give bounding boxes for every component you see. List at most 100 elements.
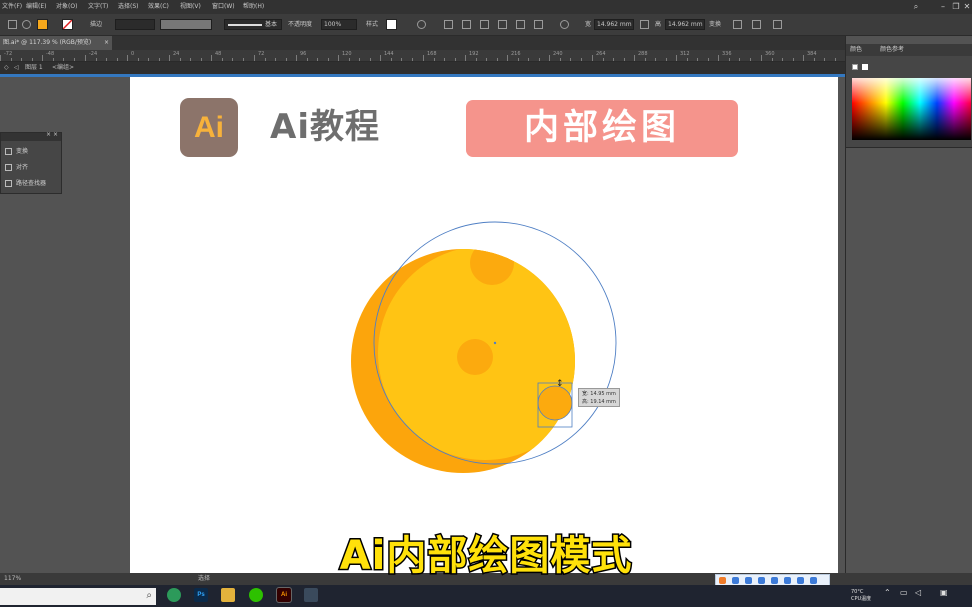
ruler-tick <box>401 58 402 61</box>
ruler-tick <box>708 58 709 61</box>
ruler-tick <box>53 58 54 61</box>
menu-view[interactable]: 视图(V) <box>180 0 201 14</box>
reference-point-icon[interactable] <box>560 20 569 29</box>
ruler-label: 216 <box>511 51 521 57</box>
ruler-tick <box>328 58 329 61</box>
crater-middle[interactable] <box>457 339 493 375</box>
align-right-icon[interactable] <box>480 20 489 29</box>
ruler-label: 384 <box>807 51 817 57</box>
wechat-icon[interactable] <box>249 588 263 602</box>
measure-tooltip: 宽: 14.95 mm 高: 19.14 mm <box>578 388 620 407</box>
brush-definition-field[interactable]: 基本 <box>224 19 282 30</box>
network-icon[interactable]: ▭ <box>900 589 908 597</box>
ruler-tick <box>265 58 266 61</box>
ruler-tick <box>296 55 297 61</box>
camera-icon[interactable] <box>304 588 318 602</box>
style-swatch[interactable] <box>386 19 397 30</box>
menu-type[interactable]: 文字(T) <box>88 0 108 14</box>
up-arrow-icon[interactable]: ◁ <box>14 62 19 74</box>
recolor-icon[interactable] <box>417 20 426 29</box>
ruler-label: 360 <box>765 51 775 57</box>
edge-icon[interactable] <box>167 588 181 602</box>
panel-header[interactable]: × × <box>1 131 61 141</box>
menu-edit[interactable]: 编辑(E) <box>26 0 46 14</box>
white-swatch[interactable] <box>862 64 868 70</box>
artboard[interactable]: Ai Ai教程 内部绘图 ↕ <box>130 77 838 573</box>
align-bottom-icon[interactable] <box>534 20 543 29</box>
back-arrow-icon[interactable]: ◇ <box>4 62 9 74</box>
moon-illustration[interactable]: ↕ <box>130 77 838 573</box>
align-top-icon[interactable] <box>498 20 507 29</box>
cpu-label: CPU温度 <box>851 596 872 602</box>
panel-menu-icon[interactable] <box>773 20 782 29</box>
tray-chevron-icon[interactable]: ⌃ <box>884 589 891 597</box>
restore-icon[interactable]: ❐ <box>951 2 961 12</box>
search-icon[interactable]: ⌕ <box>146 590 152 601</box>
ruler-tick <box>243 58 244 61</box>
panel-item-align[interactable]: 对齐 <box>5 161 28 175</box>
panel-item-pathfinder[interactable]: 路径查找器 <box>5 177 46 191</box>
fill-indicator[interactable] <box>852 64 858 70</box>
breadcrumb-group[interactable]: <编组> <box>52 62 74 74</box>
color-spectrum[interactable] <box>852 78 971 140</box>
crater-selected[interactable] <box>537 385 573 421</box>
taskbar-search-input[interactable]: ⌕ <box>0 588 156 605</box>
align-middle-icon[interactable] <box>516 20 525 29</box>
panel-item-label: 变换 <box>16 148 29 155</box>
tab-color[interactable]: 颜色 <box>850 44 862 56</box>
transform-label[interactable]: 变换 <box>709 19 721 31</box>
opacity-field[interactable]: 100% <box>321 19 357 30</box>
selection-mode-icon[interactable] <box>8 20 17 29</box>
close-icon[interactable]: × × <box>46 131 58 138</box>
target-icon[interactable] <box>22 20 31 29</box>
panel-item-transform[interactable]: 变换 <box>5 145 28 159</box>
temperature-value: 70°C <box>851 589 864 595</box>
tooltip-width: 宽: 14.95 mm <box>582 391 616 397</box>
fill-swatch[interactable] <box>37 19 48 30</box>
close-icon[interactable]: ✕ <box>962 2 972 12</box>
width-field[interactable]: 14.962 mm <box>594 19 634 30</box>
align-center-icon[interactable] <box>462 20 471 29</box>
menu-window[interactable]: 窗口(W) <box>212 0 235 14</box>
ruler-label: 312 <box>680 51 690 57</box>
color-panel-dock: 颜色 颜色参考 <box>845 36 972 573</box>
menu-effect[interactable]: 效果(C) <box>148 0 169 14</box>
menu-select[interactable]: 选择(S) <box>118 0 139 14</box>
ruler-tick <box>835 58 836 61</box>
tab-color-guide[interactable]: 颜色参考 <box>880 44 904 56</box>
variable-width-field[interactable] <box>160 19 212 30</box>
ruler-tick <box>349 58 350 61</box>
horizontal-ruler[interactable]: -72 -48 -24 0 24 48 72 96 120 144 168 192 216 240 264 2… <box>0 50 845 62</box>
crater-top[interactable] <box>470 241 514 285</box>
constrain-proportions-icon[interactable] <box>640 20 649 29</box>
arrange-icon[interactable] <box>752 20 761 29</box>
document-tab[interactable]: 图.ai* @ 117.39 % (RGB/预览) × <box>0 36 112 50</box>
height-field[interactable]: 14.962 mm <box>665 19 705 30</box>
ruler-tick <box>63 58 64 61</box>
close-tab-icon[interactable]: × <box>104 36 109 50</box>
photoshop-icon[interactable]: Ps <box>194 588 208 602</box>
ruler-tick <box>42 55 43 61</box>
menu-object[interactable]: 对象(O) <box>56 0 77 14</box>
stroke-swatch[interactable] <box>62 19 73 30</box>
ruler-tick <box>0 55 1 61</box>
ruler-label: 336 <box>722 51 732 57</box>
isolate-icon[interactable] <box>733 20 742 29</box>
ruler-tick <box>455 58 456 61</box>
volume-icon[interactable]: ◁ <box>915 589 921 597</box>
height-label: 高 <box>655 21 662 28</box>
align-left-icon[interactable] <box>444 20 453 29</box>
ruler-tick <box>750 58 751 61</box>
minimize-icon[interactable]: – <box>938 2 948 12</box>
search-icon[interactable]: ⌕ <box>911 2 921 12</box>
ruler-tick <box>528 58 529 61</box>
breadcrumb-layer[interactable]: 图层 1 <box>25 62 43 74</box>
notification-icon[interactable]: ▣ <box>940 589 948 597</box>
file-explorer-icon[interactable] <box>221 588 235 602</box>
menu-help[interactable]: 帮助(H) <box>243 0 264 14</box>
ruler-tick <box>814 58 815 61</box>
transform-icon <box>5 148 12 155</box>
stroke-weight-field[interactable] <box>115 19 155 30</box>
illustrator-taskbar-icon[interactable]: Ai <box>276 587 292 603</box>
menu-file[interactable]: 文件(F) <box>2 0 22 14</box>
